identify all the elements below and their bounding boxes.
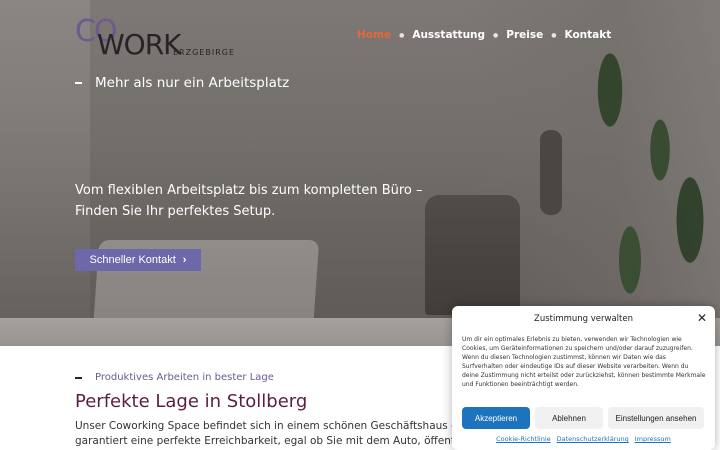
section-body: Unser Coworking Space befindet sich in e… bbox=[75, 419, 455, 449]
quick-contact-button[interactable]: Schneller Kontakt › bbox=[75, 249, 201, 271]
logo-region: ERZGEBIRGE bbox=[173, 48, 236, 57]
preferences-button[interactable]: Einstellungen ansehen bbox=[608, 407, 704, 429]
section-body-line: garantiert eine perfekte Erreichbarkeit,… bbox=[75, 435, 455, 447]
accept-button[interactable]: Akzeptieren bbox=[462, 407, 530, 429]
hero-tagline-text: Mehr als nur ein Arbeitsplatz bbox=[95, 75, 290, 91]
quick-contact-label: Schneller Kontakt bbox=[89, 254, 176, 266]
hero-headline: Vom flexiblen Arbeitsplatz bis zum kompl… bbox=[75, 183, 423, 219]
privacy-policy-link[interactable]: Datenschutzerklärung bbox=[557, 435, 629, 443]
chevron-right-icon: › bbox=[182, 254, 187, 266]
section-title: Perfekte Lage in Stollberg bbox=[75, 391, 308, 412]
consent-title: Zustimmung verwalten bbox=[534, 314, 633, 324]
nav-separator-icon: ● bbox=[493, 31, 499, 39]
dash-icon bbox=[75, 376, 82, 379]
site-logo[interactable]: CO WORK ERZGEBIRGE bbox=[75, 14, 234, 61]
hero-tagline: Mehr als nur ein Arbeitsplatz bbox=[75, 75, 289, 91]
consent-links: Cookie-Richtlinie Datenschutzerklärung I… bbox=[452, 435, 715, 443]
imprint-link[interactable]: Impressum bbox=[635, 435, 671, 443]
dash-icon bbox=[75, 82, 82, 84]
section-eyebrow-text: Produktives Arbeiten in bester Lage bbox=[95, 372, 274, 383]
deny-button[interactable]: Ablehnen bbox=[535, 407, 603, 429]
nav-separator-icon: ● bbox=[551, 31, 557, 39]
section-eyebrow: Produktives Arbeiten in bester Lage bbox=[75, 372, 274, 383]
consent-buttons: Akzeptieren Ablehnen Einstellungen anseh… bbox=[462, 407, 704, 429]
cookie-consent-dialog: Zustimmung verwalten ✕ Um dir ein optima… bbox=[452, 306, 715, 450]
nav-item-kontakt[interactable]: Kontakt bbox=[565, 29, 612, 41]
nav-item-ausstattung[interactable]: Ausstattung bbox=[412, 29, 485, 41]
logo-work: WORK bbox=[97, 28, 182, 61]
section-body-line: Unser Coworking Space befindet sich in e… bbox=[75, 420, 455, 432]
close-icon[interactable]: ✕ bbox=[697, 311, 707, 325]
cookie-policy-link[interactable]: Cookie-Richtlinie bbox=[496, 435, 551, 443]
nav-separator-icon: ● bbox=[399, 31, 405, 39]
consent-text: Um dir ein optimales Erlebnis zu bieten,… bbox=[462, 336, 706, 388]
nav-item-preise[interactable]: Preise bbox=[506, 29, 543, 41]
nav-item-home[interactable]: Home bbox=[357, 29, 391, 41]
main-nav: Home ● Ausstattung ● Preise ● Kontakt bbox=[357, 29, 611, 41]
